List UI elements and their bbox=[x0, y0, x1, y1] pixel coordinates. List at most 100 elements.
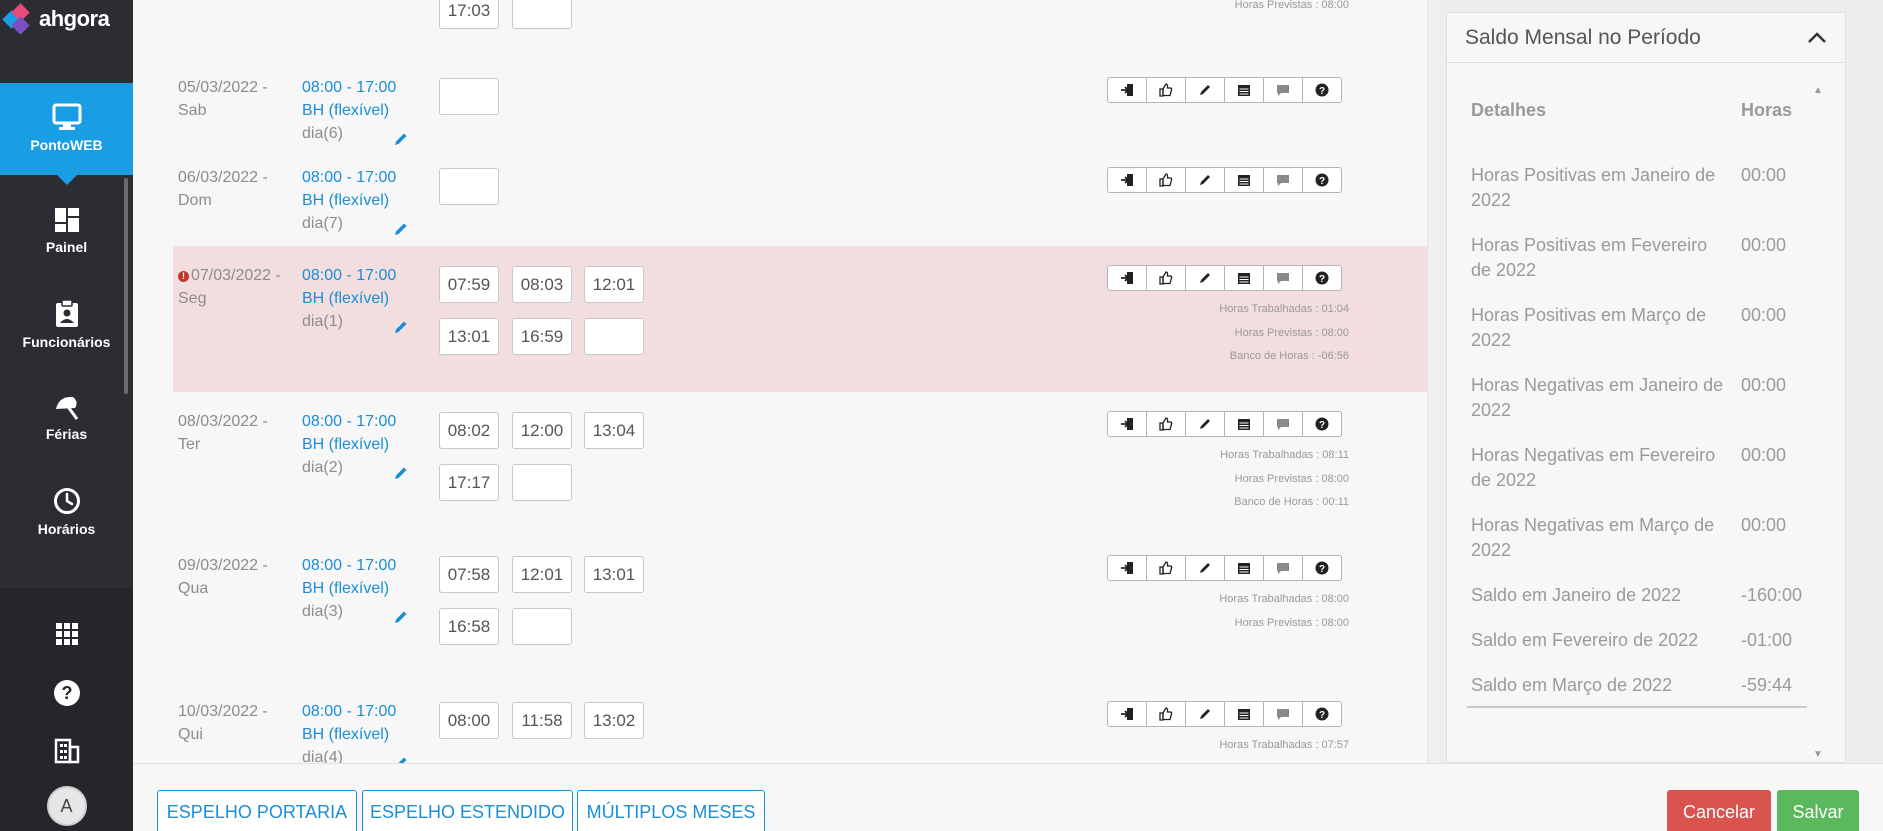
sidebar-item-funcionarios[interactable]: Funcionários bbox=[0, 300, 133, 360]
sidebar-item-horarios[interactable]: Horários bbox=[0, 487, 133, 547]
calendar-button[interactable] bbox=[1224, 411, 1264, 437]
comment-button[interactable] bbox=[1263, 411, 1303, 437]
exit-door-icon bbox=[1120, 417, 1134, 431]
exit-door-button[interactable] bbox=[1107, 167, 1147, 193]
chevron-up-icon[interactable] bbox=[1807, 31, 1827, 44]
bank-link[interactable]: BH (flexível) bbox=[302, 723, 396, 746]
ahgora-logo[interactable]: ahgora bbox=[2, 3, 110, 35]
calendar-button[interactable] bbox=[1224, 167, 1264, 193]
time-entry[interactable]: 12:00 bbox=[512, 412, 572, 449]
schedule-link[interactable]: 08:00 - 17:00 bbox=[302, 554, 396, 577]
schedule-link[interactable]: 08:00 - 17:00 bbox=[302, 700, 396, 723]
bank-link[interactable]: BH (flexível) bbox=[302, 577, 396, 600]
time-entry[interactable] bbox=[439, 78, 499, 115]
time-entry[interactable]: 13:01 bbox=[584, 556, 644, 593]
exit-door-button[interactable] bbox=[1107, 411, 1147, 437]
bank-link[interactable]: BH (flexível) bbox=[302, 287, 396, 310]
comment-button[interactable] bbox=[1263, 555, 1303, 581]
calendar-button[interactable] bbox=[1224, 555, 1264, 581]
scroll-up-arrow-icon[interactable]: ▲ bbox=[1813, 85, 1823, 96]
time-entry[interactable] bbox=[512, 464, 572, 501]
apps-grid-button[interactable] bbox=[0, 622, 133, 646]
comment-button[interactable] bbox=[1263, 77, 1303, 103]
sidebar-scrollbar[interactable] bbox=[124, 178, 128, 394]
company-button[interactable] bbox=[0, 738, 133, 764]
help-button[interactable]: ? bbox=[1302, 265, 1342, 291]
bank-link[interactable]: BH (flexível) bbox=[302, 189, 396, 212]
help-button[interactable]: ? bbox=[1302, 167, 1342, 193]
help-button[interactable]: ? bbox=[1302, 411, 1342, 437]
edit-schedule-pencil-icon[interactable] bbox=[393, 131, 409, 147]
time-entry[interactable]: 13:01 bbox=[439, 318, 499, 355]
thumbs-up-button[interactable] bbox=[1146, 167, 1186, 193]
calendar-button[interactable] bbox=[1224, 77, 1264, 103]
sidebar-item-pontoweb[interactable]: PontoWEB bbox=[0, 83, 133, 185]
comment-button[interactable] bbox=[1263, 167, 1303, 193]
panel-header[interactable]: Saldo Mensal no Período bbox=[1447, 13, 1845, 63]
time-entry[interactable]: 13:02 bbox=[584, 702, 644, 739]
thumbs-up-button[interactable] bbox=[1146, 77, 1186, 103]
schedule-link[interactable]: 08:00 - 17:00 bbox=[302, 76, 396, 99]
time-entry[interactable]: 08:02 bbox=[439, 412, 499, 449]
multiplos-meses-button[interactable]: MÚLTIPLOS MESES bbox=[577, 790, 765, 831]
time-entry[interactable] bbox=[512, 608, 572, 645]
user-avatar-button[interactable]: A bbox=[0, 786, 133, 826]
bank-link[interactable]: BH (flexível) bbox=[302, 433, 396, 456]
time-entry[interactable]: 08:00 bbox=[439, 702, 499, 739]
time-entry[interactable] bbox=[439, 168, 499, 205]
exit-door-button[interactable] bbox=[1107, 265, 1147, 291]
calendar-button[interactable] bbox=[1224, 701, 1264, 727]
time-entry[interactable]: 11:58 bbox=[512, 702, 572, 739]
main-scrollbar[interactable] bbox=[1427, 0, 1440, 763]
edit-schedule-pencil-icon[interactable] bbox=[393, 609, 409, 625]
thumbs-up-button[interactable] bbox=[1146, 555, 1186, 581]
time-entry[interactable]: 07:59 bbox=[439, 266, 499, 303]
edit-schedule-pencil-icon[interactable] bbox=[393, 319, 409, 335]
pencil-button[interactable] bbox=[1185, 265, 1225, 291]
bank-link[interactable]: BH (flexível) bbox=[302, 99, 396, 122]
time-entry[interactable]: 17:17 bbox=[439, 464, 499, 501]
help-button[interactable]: ? bbox=[0, 679, 133, 707]
time-entry[interactable]: 16:59 bbox=[512, 318, 572, 355]
thumbs-up-button[interactable] bbox=[1146, 701, 1186, 727]
schedule-link[interactable]: 08:00 - 17:00 bbox=[302, 166, 396, 189]
edit-schedule-pencil-icon[interactable] bbox=[393, 221, 409, 237]
svg-text:?: ? bbox=[1319, 564, 1325, 575]
comment-button[interactable] bbox=[1263, 265, 1303, 291]
schedule-link[interactable]: 08:00 - 17:00 bbox=[302, 264, 396, 287]
time-entry[interactable]: 12:01 bbox=[512, 556, 572, 593]
sidebar-item-ferias[interactable]: Férias bbox=[0, 394, 133, 454]
scroll-down-arrow-icon[interactable]: ▼ bbox=[1813, 749, 1823, 760]
edit-schedule-pencil-icon[interactable] bbox=[393, 755, 409, 763]
pencil-button[interactable] bbox=[1185, 701, 1225, 727]
pencil-button[interactable] bbox=[1185, 411, 1225, 437]
cancel-button[interactable]: Cancelar bbox=[1667, 790, 1771, 831]
espelho-portaria-button[interactable]: ESPELHO PORTARIA bbox=[157, 790, 357, 831]
thumbs-up-button[interactable] bbox=[1146, 411, 1186, 437]
calendar-button[interactable] bbox=[1224, 265, 1264, 291]
help-button[interactable]: ? bbox=[1302, 701, 1342, 727]
exit-door-button[interactable] bbox=[1107, 701, 1147, 727]
sidebar-item-painel[interactable]: Painel bbox=[0, 207, 133, 267]
edit-schedule-pencil-icon[interactable] bbox=[393, 465, 409, 481]
pencil-button[interactable] bbox=[1185, 555, 1225, 581]
help-button[interactable]: ? bbox=[1302, 77, 1342, 103]
time-entry[interactable] bbox=[584, 318, 644, 355]
time-entry[interactable]: 16:58 bbox=[439, 608, 499, 645]
time-entry[interactable]: 07:58 bbox=[439, 556, 499, 593]
espelho-estendido-button[interactable]: ESPELHO ESTENDIDO bbox=[362, 790, 573, 831]
schedule-link[interactable]: 08:00 - 17:00 bbox=[302, 410, 396, 433]
time-entry[interactable]: 13:04 bbox=[584, 412, 644, 449]
time-entry[interactable]: 12:01 bbox=[584, 266, 644, 303]
pencil-button[interactable] bbox=[1185, 167, 1225, 193]
pencil-button[interactable] bbox=[1185, 77, 1225, 103]
help-button[interactable]: ? bbox=[1302, 555, 1342, 581]
time-entry[interactable]: 08:03 bbox=[512, 266, 572, 303]
comment-button[interactable] bbox=[1263, 701, 1303, 727]
save-button[interactable]: Salvar bbox=[1777, 790, 1859, 831]
exit-door-button[interactable] bbox=[1107, 555, 1147, 581]
thumbs-up-button[interactable] bbox=[1146, 265, 1186, 291]
time-entry[interactable]: 17:03 bbox=[439, 0, 499, 29]
exit-door-button[interactable] bbox=[1107, 77, 1147, 103]
time-entry[interactable] bbox=[512, 0, 572, 29]
